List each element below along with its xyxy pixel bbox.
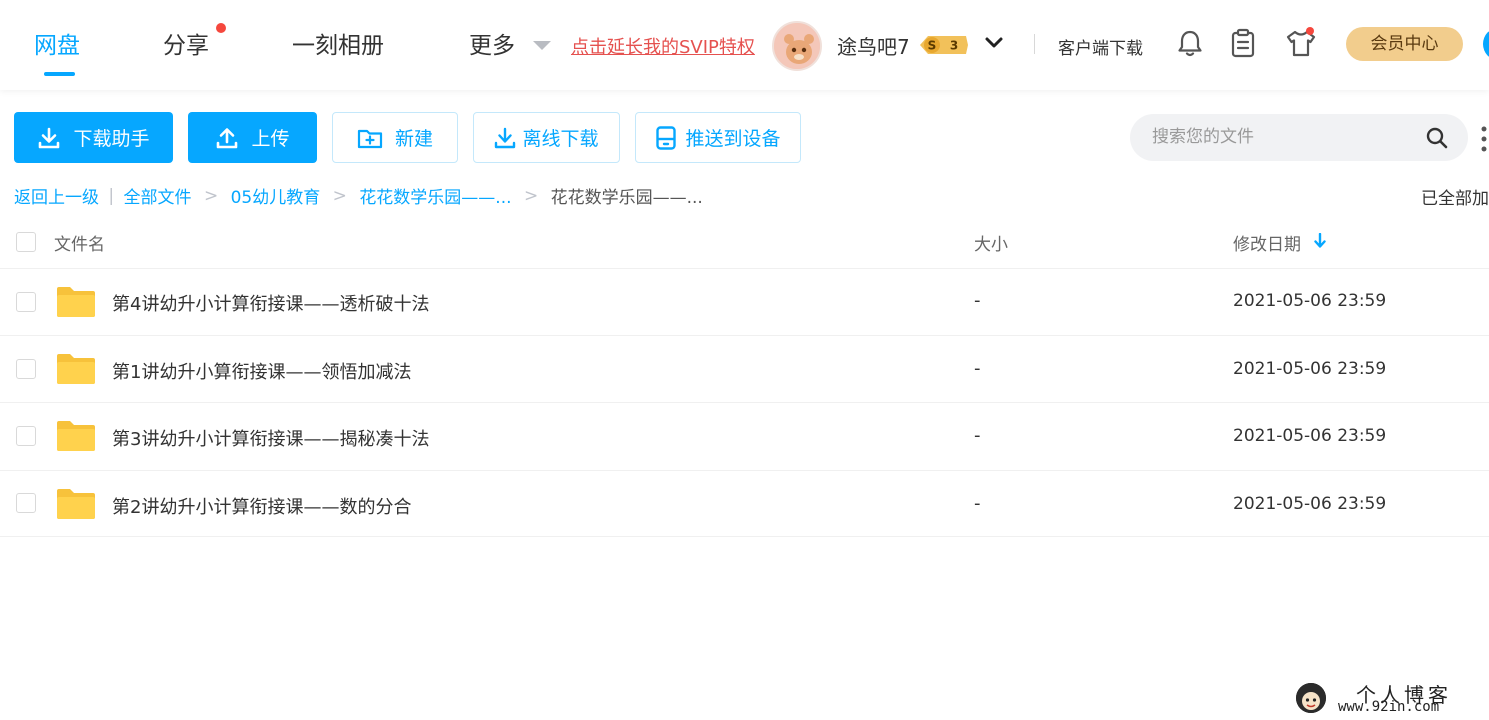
select-all-checkbox[interactable] xyxy=(16,232,36,252)
breadcrumb-separator: > xyxy=(332,185,347,206)
table-row[interactable]: 第2讲幼升小计算衔接课——数的分合 - 2021-05-06 23:59 xyxy=(0,470,1489,537)
more-options-icon[interactable] xyxy=(1481,126,1487,152)
new-label: 新建 xyxy=(394,128,433,150)
push-to-device-label: 推送到设备 xyxy=(685,128,781,150)
file-size: - xyxy=(974,358,981,379)
download-helper-button[interactable]: 下载助手 xyxy=(14,112,173,163)
svip-badge-symbol: S xyxy=(928,39,937,53)
upload-label: 上传 xyxy=(251,128,290,150)
watermark-url: www.92in.com xyxy=(1338,699,1440,715)
file-name[interactable]: 第3讲幼升小计算衔接课——揭秘凑十法 xyxy=(112,425,429,451)
search-icon[interactable] xyxy=(1425,126,1449,150)
file-name[interactable]: 第2讲幼升小计算衔接课——数的分合 xyxy=(112,493,411,519)
active-tab-indicator xyxy=(44,72,75,76)
more-caret-icon[interactable] xyxy=(533,41,551,50)
row-checkbox[interactable] xyxy=(16,359,36,379)
column-header-name[interactable]: 文件名 xyxy=(54,230,105,255)
bell-icon[interactable] xyxy=(1176,28,1204,58)
device-icon xyxy=(656,125,677,150)
offline-download-icon xyxy=(495,127,516,148)
skin-notification-dot xyxy=(1306,27,1314,35)
folder-icon xyxy=(57,354,95,384)
new-folder-icon xyxy=(357,129,383,148)
svip-promo-link[interactable]: 点击延长我的SVIP特权 xyxy=(571,33,755,59)
file-modified-date: 2021-05-06 23:59 xyxy=(1233,359,1387,379)
avatar[interactable] xyxy=(772,21,822,71)
edge-app-icon[interactable] xyxy=(1483,28,1489,60)
file-modified-date: 2021-05-06 23:59 xyxy=(1233,494,1387,514)
search-input[interactable] xyxy=(1152,124,1412,150)
breadcrumb-all-files[interactable]: 全部文件 xyxy=(124,183,192,208)
upload-icon xyxy=(217,127,238,148)
table-row[interactable]: 第4讲幼升小计算衔接课——透析破十法 - 2021-05-06 23:59 xyxy=(0,268,1489,335)
table-row[interactable]: 第1讲幼升小算衔接课——领悟加减法 - 2021-05-06 23:59 xyxy=(0,335,1489,402)
row-checkbox[interactable] xyxy=(16,426,36,446)
file-modified-date: 2021-05-06 23:59 xyxy=(1233,291,1387,311)
breadcrumb-early-education[interactable]: 05幼儿教育 xyxy=(231,183,321,208)
clipboard-icon[interactable] xyxy=(1229,28,1257,58)
row-checkbox[interactable] xyxy=(16,493,36,513)
username[interactable]: 途鸟吧7 xyxy=(837,31,910,60)
upload-button[interactable]: 上传 xyxy=(188,112,317,163)
tab-share[interactable]: 分享 xyxy=(163,26,209,60)
user-menu-chevron-icon[interactable] xyxy=(984,33,1004,53)
member-center-button[interactable]: 会员中心 xyxy=(1346,27,1463,61)
top-nav: 网盘 分享 一刻相册 更多 点击延长我的SVIP特权 途鸟吧7 S 3 客户端下… xyxy=(0,0,1489,90)
breadcrumb-current: 花花数学乐园——... xyxy=(550,188,703,208)
offline-download-label: 离线下载 xyxy=(522,128,599,150)
tab-netdisk[interactable]: 网盘 xyxy=(34,26,80,60)
watermark-mascot-icon xyxy=(1296,683,1326,713)
offline-download-button[interactable]: 离线下载 xyxy=(473,112,620,163)
push-to-device-button[interactable]: 推送到设备 xyxy=(635,112,801,163)
file-modified-date: 2021-05-06 23:59 xyxy=(1233,426,1387,446)
file-size: - xyxy=(974,493,981,514)
download-icon xyxy=(39,127,60,148)
new-folder-button[interactable]: 新建 xyxy=(332,112,458,163)
breadcrumb-divider: | xyxy=(108,185,115,206)
column-header-size[interactable]: 大小 xyxy=(974,230,1008,255)
svip-level-badge: S 3 xyxy=(918,34,970,56)
nav-divider xyxy=(1034,34,1035,54)
column-header-modified[interactable]: 修改日期 xyxy=(1233,230,1301,255)
breadcrumb-separator: > xyxy=(203,185,219,206)
loaded-status: 已全部加 xyxy=(1421,189,1489,209)
breadcrumb-math-park[interactable]: 花花数学乐园——... xyxy=(359,183,511,208)
file-size: - xyxy=(974,425,981,446)
file-size: - xyxy=(974,290,981,311)
tab-more[interactable]: 更多 xyxy=(469,26,515,60)
breadcrumb-back[interactable]: 返回上一级 xyxy=(14,183,99,208)
sort-desc-arrow-icon[interactable] xyxy=(1314,233,1326,249)
share-notification-dot xyxy=(216,23,226,33)
row-checkbox[interactable] xyxy=(16,292,36,312)
file-name[interactable]: 第1讲幼升小算衔接课——领悟加减法 xyxy=(112,358,411,384)
breadcrumb: 返回上一级 | 全部文件 > 05幼儿教育 > 花花数学乐园——... > 花花… xyxy=(14,183,703,209)
breadcrumb-separator: > xyxy=(523,185,539,206)
file-name[interactable]: 第4讲幼升小计算衔接课——透析破十法 xyxy=(112,290,429,316)
table-row[interactable]: 第3讲幼升小计算衔接课——揭秘凑十法 - 2021-05-06 23:59 xyxy=(0,402,1489,469)
search-box xyxy=(1130,114,1468,161)
tab-moment-album[interactable]: 一刻相册 xyxy=(292,26,384,60)
folder-icon xyxy=(57,287,95,317)
folder-icon xyxy=(57,421,95,451)
download-helper-label: 下载助手 xyxy=(73,128,150,150)
folder-icon xyxy=(57,489,95,519)
svip-badge-level: 3 xyxy=(950,39,958,53)
client-download-link[interactable]: 客户端下载 xyxy=(1058,34,1143,59)
